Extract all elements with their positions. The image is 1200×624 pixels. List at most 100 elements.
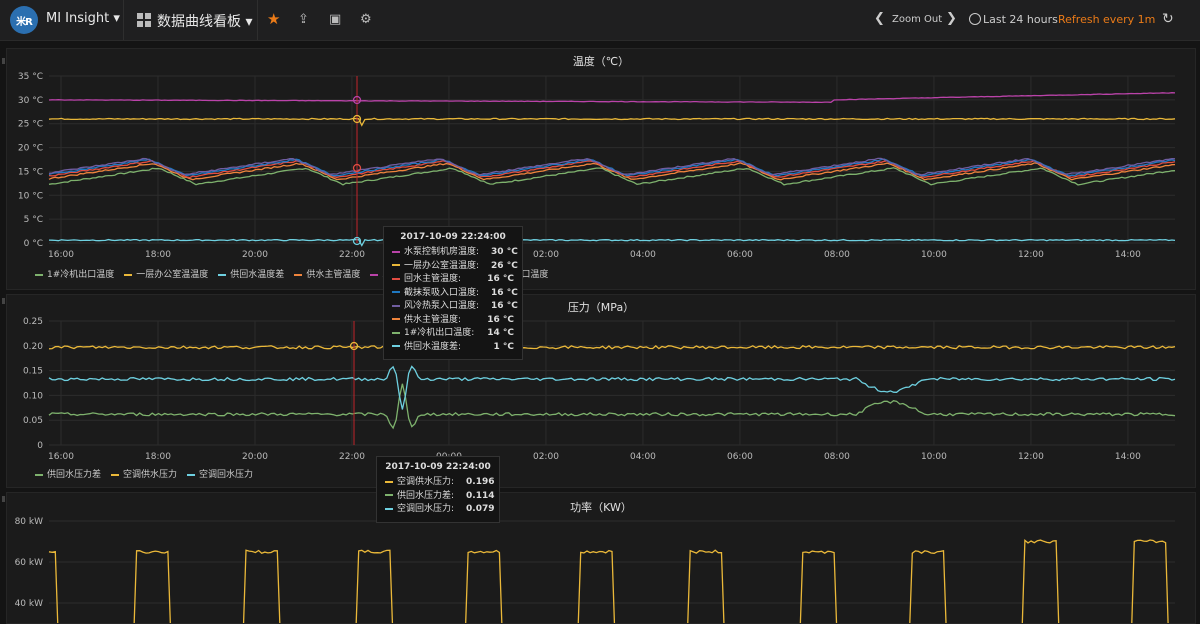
x-tick-label: 04:00 xyxy=(630,250,656,260)
legend-label: 供回水压力差 xyxy=(47,470,102,480)
time-range-picker[interactable]: Last 24 hours xyxy=(983,13,1058,26)
tooltip-swatch xyxy=(392,264,400,266)
y-tick-label: 80 kW xyxy=(15,517,44,527)
refresh-interval[interactable]: Refresh every 1m xyxy=(1058,13,1155,26)
dashboard-grid-icon xyxy=(137,13,151,27)
tooltip-value: 14 °C xyxy=(487,328,514,338)
legend-item[interactable]: 供回水温度差 xyxy=(218,270,284,280)
tooltip-value: 1 °C xyxy=(493,341,514,352)
tooltip-swatch xyxy=(392,277,400,280)
x-tick-label: 20:00 xyxy=(242,250,268,260)
x-tick-label: 02:00 xyxy=(533,452,559,462)
y-tick-label: 15 °C xyxy=(18,167,43,177)
row-handle[interactable] xyxy=(2,58,5,64)
power-chart[interactable]: 40 kW 60 kW 80 kW xyxy=(7,493,1195,623)
x-tick-label: 06:00 xyxy=(727,250,753,260)
x-tick-label: 16:00 xyxy=(48,250,74,260)
tooltip-swatch xyxy=(392,250,400,253)
x-tick-label: 14:00 xyxy=(1115,452,1141,462)
tooltip-row: 水泵控制机房温度: 30 °C xyxy=(392,246,518,260)
y-tick-label: 35 °C xyxy=(18,72,43,82)
x-tick-label: 16:00 xyxy=(48,452,74,462)
share-icon[interactable]: ⇪ xyxy=(298,12,309,27)
tooltip-value: 0.079 xyxy=(466,504,495,514)
y-tick-label: 20 °C xyxy=(18,144,43,154)
temperature-chart[interactable]: 0 °C 5 °C 10 °C 15 °C 20 °C 25 °C 30 °C 35 °C 16… xyxy=(7,49,1195,289)
legend-item[interactable]: 1#冷机出口温度 xyxy=(35,270,114,280)
star-icon[interactable]: ★ xyxy=(267,10,280,28)
divider xyxy=(123,0,124,40)
tooltip-value: 16 °C xyxy=(487,274,514,284)
x-tick-label: 22:00 xyxy=(339,250,365,260)
app-logo[interactable]: 米R xyxy=(10,6,38,34)
legend-item[interactable]: 一层办公室温温度 xyxy=(124,270,208,280)
legend-swatch xyxy=(35,473,43,476)
pressure-legend: 供回水压力差 空调供水压力 空调回水压力 xyxy=(35,467,263,480)
tooltip-value: 26 °C xyxy=(491,260,518,271)
tooltip-row: 回水主管温度: 16 °C xyxy=(392,273,514,287)
series-line xyxy=(48,92,1176,104)
tooltip-row: 空调回水压力: 0.079 xyxy=(385,503,495,517)
legend-item[interactable]: 供水主管温度 xyxy=(294,270,360,280)
tooltip-swatch xyxy=(385,507,393,510)
tooltip-label: 一层办公室温温度: xyxy=(392,260,491,274)
row-handle[interactable] xyxy=(2,298,5,304)
tooltip-value: 0.114 xyxy=(466,490,495,501)
refresh-icon[interactable]: ↻ xyxy=(1162,11,1174,27)
legend-swatch xyxy=(187,473,196,476)
y-tick-label: 0.20 xyxy=(23,342,43,352)
y-tick-label: 25 °C xyxy=(18,120,43,130)
x-tick-label: 02:00 xyxy=(533,250,559,260)
tooltip-value: 16 °C xyxy=(491,287,518,298)
x-tick-label: 08:00 xyxy=(824,250,850,260)
tooltip-label: 1#冷机出口温度: xyxy=(392,327,486,341)
legend-swatch xyxy=(218,273,227,276)
gear-icon[interactable]: ⚙ xyxy=(360,12,372,27)
tooltip-time: 2017-10-09 22:24:00 xyxy=(400,232,506,242)
y-tick-label: 60 kW xyxy=(15,558,44,568)
temperature-panel: 温度（℃） 0 °C 5 °C 10 °C 15 °C 20 °C 25 °C 30 °C 3… xyxy=(6,48,1196,290)
tooltip-row: 供回水压力差: 0.114 xyxy=(385,490,495,504)
y-tick-label: 0.25 xyxy=(23,317,43,327)
legend-item[interactable]: 空调供水压力 xyxy=(111,470,177,480)
tooltip-value: 30 °C xyxy=(491,247,518,257)
legend-item[interactable]: 供回水压力差 xyxy=(35,470,101,480)
legend-swatch xyxy=(111,473,120,476)
tooltip-row: 一层办公室温温度: 26 °C xyxy=(392,260,518,274)
legend-label: 供回水温度差 xyxy=(230,270,285,280)
dashboard-picker[interactable]: 数据曲线看板 ▾ xyxy=(157,11,252,31)
pressure-tooltip: 2017-10-09 22:24:00 空调供水压力: 0.196 供回水压力差: 0… xyxy=(376,456,500,523)
save-icon[interactable]: ▣ xyxy=(329,12,341,27)
pressure-chart[interactable]: 0 0.05 0.10 0.15 0.20 0.25 16:00 18:00 20:00 22:0… xyxy=(7,295,1195,487)
chevron-right-icon[interactable]: ❯ xyxy=(946,11,957,26)
x-tick-label: 06:00 xyxy=(727,452,753,462)
y-tick-label: 30 °C xyxy=(18,96,43,106)
tooltip-label: 供回水压力差: xyxy=(385,490,466,504)
tooltip-row: 供回水温度差: 1 °C xyxy=(392,341,514,355)
tooltip-label: 供回水温度差: xyxy=(392,341,473,355)
x-tick-label: 04:00 xyxy=(630,452,656,462)
x-tick-label: 20:00 xyxy=(242,452,268,462)
legend-swatch xyxy=(370,273,379,276)
tooltip-label: 空调供水压力: xyxy=(385,476,466,490)
power-panel: 功率（KW） 40 kW 60 kW 80 kW xyxy=(6,492,1196,624)
legend-label: 空调供水压力 xyxy=(123,470,178,480)
x-tick-label: 10:00 xyxy=(921,452,947,462)
legend-swatch xyxy=(124,273,133,276)
tooltip-swatch xyxy=(392,304,400,307)
chevron-left-icon[interactable]: ❮ xyxy=(874,11,885,26)
row-handle[interactable] xyxy=(2,496,5,502)
tooltip-label: 空调回水压力: xyxy=(385,503,466,517)
y-tick-label: 0 °C xyxy=(24,239,43,249)
tooltip-swatch xyxy=(392,345,400,347)
zoom-out-button[interactable]: Zoom Out xyxy=(892,14,942,25)
org-switcher[interactable]: MI Insight ▾ xyxy=(46,11,120,26)
legend-item[interactable]: 空调回水压力 xyxy=(187,470,253,480)
series-line xyxy=(48,383,1176,430)
y-tick-label: 0 xyxy=(37,441,43,451)
x-tick-label: 22:00 xyxy=(339,452,365,462)
tooltip-value: 0.196 xyxy=(466,477,495,487)
x-tick-label: 12:00 xyxy=(1018,250,1044,260)
tooltip-row: 空调供水压力: 0.196 xyxy=(385,476,495,490)
tooltip-swatch xyxy=(392,318,400,320)
